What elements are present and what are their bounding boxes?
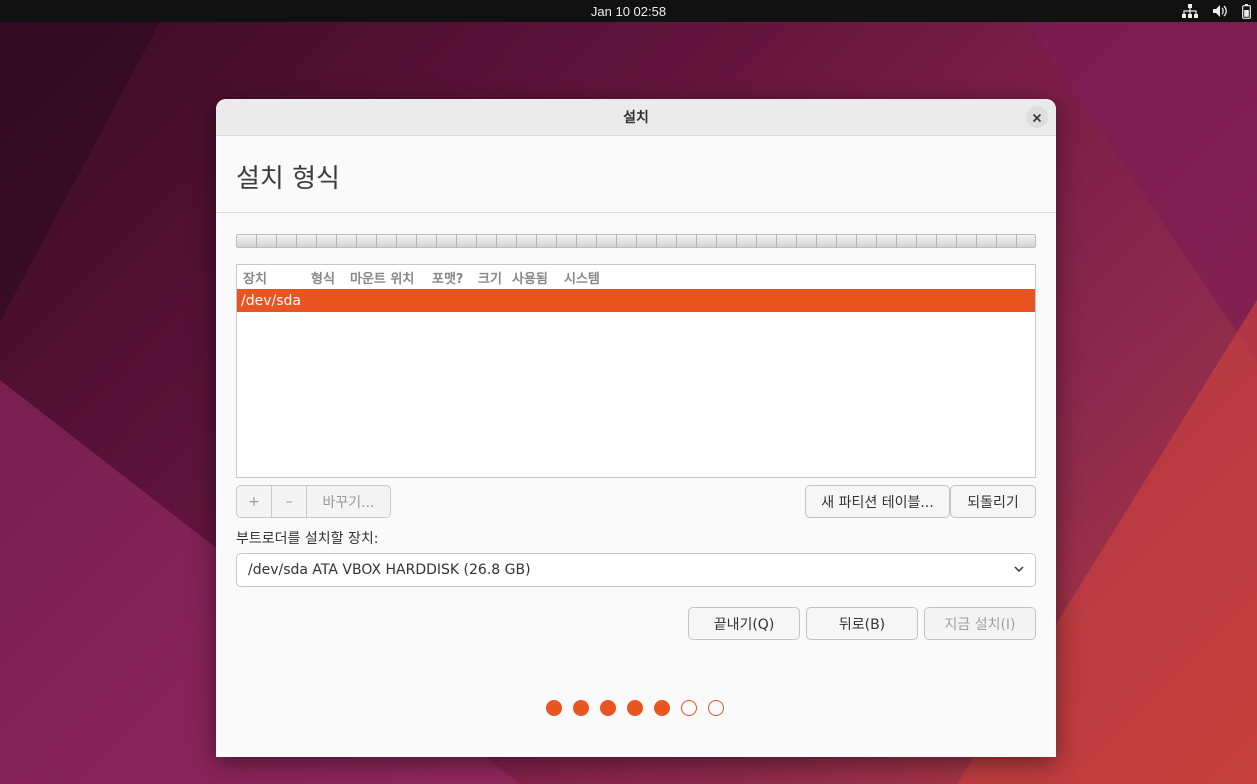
progress-dot (681, 700, 697, 716)
installer-window: 설치 설치 형식 장치 형식 마운트 위치 포맷? 크기 사용됨 시스템 /de… (216, 99, 1056, 757)
bootloader-label: 부트로더를 설치할 장치: (236, 531, 379, 547)
column-system[interactable]: 시스템 (558, 268, 600, 287)
add-partition-button[interactable]: + (237, 486, 272, 517)
quit-button[interactable]: 끝내기(Q) (688, 607, 800, 640)
progress-dot (600, 700, 616, 716)
new-partition-table-button[interactable]: 새 파티션 테이블... (805, 485, 950, 518)
table-row[interactable]: /dev/sda (237, 289, 1035, 312)
window-title: 설치 (623, 110, 649, 126)
column-device[interactable]: 장치 (237, 268, 305, 287)
page-header: 설치 형식 (216, 136, 1056, 213)
change-partition-button[interactable]: 바꾸기... (307, 486, 390, 517)
progress-dot (708, 700, 724, 716)
partition-edit-buttons: + – 바꾸기... (236, 485, 391, 518)
top-bar: Jan 10 02:58 (0, 0, 1257, 22)
revert-button[interactable]: 되돌리기 (950, 485, 1036, 518)
bootloader-device-select[interactable]: /dev/sda ATA VBOX HARDDISK (26.8 GB) (236, 553, 1036, 587)
progress-dot (627, 700, 643, 716)
remove-partition-button[interactable]: – (272, 486, 307, 517)
close-icon (1032, 108, 1042, 127)
column-used[interactable]: 사용됨 (506, 268, 558, 287)
progress-dot (546, 700, 562, 716)
progress-dot (654, 700, 670, 716)
column-size[interactable]: 크기 (472, 268, 506, 287)
title-bar: 설치 (216, 99, 1056, 136)
progress-dot (573, 700, 589, 716)
bootloader-selected-value: /dev/sda ATA VBOX HARDDISK (26.8 GB) (248, 562, 531, 578)
column-type[interactable]: 형식 (305, 268, 344, 287)
page-title: 설치 형식 (236, 164, 340, 194)
volume-icon[interactable] (1212, 4, 1228, 18)
install-now-button[interactable]: 지금 설치(I) (924, 607, 1036, 640)
table-header: 장치 형식 마운트 위치 포맷? 크기 사용됨 시스템 (237, 265, 1035, 289)
network-icon[interactable] (1182, 4, 1198, 18)
column-format[interactable]: 포맷? (426, 268, 472, 287)
progress-dots (546, 700, 724, 716)
system-tray[interactable] (1182, 0, 1251, 22)
row-device: /dev/sda (241, 292, 301, 309)
clock[interactable]: Jan 10 02:58 (591, 4, 666, 19)
chevron-down-icon (1013, 563, 1025, 579)
battery-icon[interactable] (1242, 3, 1251, 19)
back-button[interactable]: 뒤로(B) (806, 607, 918, 640)
column-mount-point[interactable]: 마운트 위치 (344, 268, 426, 287)
close-button[interactable] (1026, 106, 1048, 128)
partition-bar (236, 234, 1036, 248)
partition-table[interactable]: 장치 형식 마운트 위치 포맷? 크기 사용됨 시스템 /dev/sda (236, 264, 1036, 478)
